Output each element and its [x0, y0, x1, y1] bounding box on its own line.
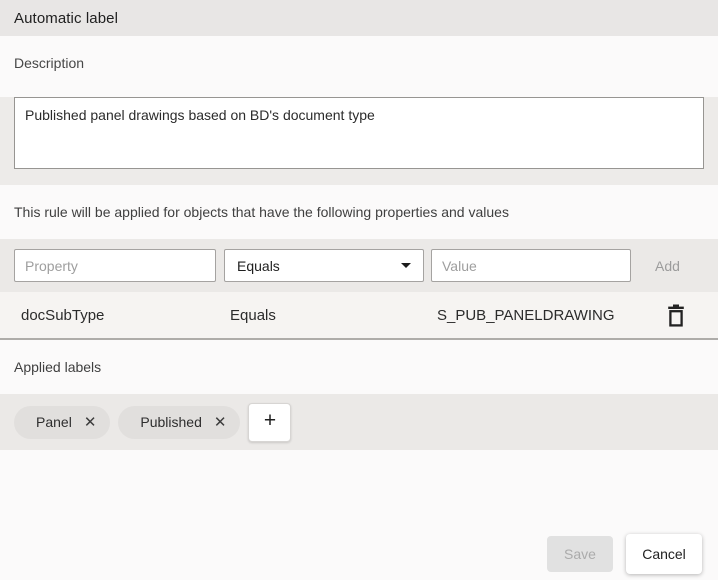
- dialog-header: Automatic label: [0, 0, 718, 36]
- condition-form-row: Equals Add: [0, 239, 718, 292]
- applied-labels-label: Applied labels: [14, 359, 101, 375]
- cancel-button[interactable]: Cancel: [626, 534, 702, 574]
- close-icon[interactable]: ✕: [214, 415, 227, 430]
- dialog-footer: Save Cancel: [0, 450, 718, 580]
- trash-icon: [667, 304, 685, 327]
- dialog-title: Automatic label: [14, 10, 118, 27]
- add-label-button[interactable]: +: [248, 403, 291, 442]
- save-button[interactable]: Save: [547, 536, 613, 572]
- rule-sentence: This rule will be applied for objects th…: [14, 204, 509, 220]
- plus-icon: +: [264, 409, 276, 433]
- delete-condition-button[interactable]: [664, 302, 688, 328]
- rule-sentence-row: This rule will be applied for objects th…: [0, 185, 718, 239]
- applied-labels-row: Applied labels: [0, 340, 718, 394]
- add-condition-button[interactable]: Add: [631, 258, 704, 274]
- condition-operator-cell: Equals: [230, 307, 437, 324]
- caret-down-icon: [401, 263, 411, 268]
- operator-selected-value: Equals: [237, 258, 280, 274]
- label-chip-published: Published ✕: [118, 406, 240, 439]
- operator-select[interactable]: Equals: [224, 249, 424, 282]
- condition-property-cell: docSubType: [0, 307, 230, 324]
- condition-value-cell: S_PUB_PANELDRAWING: [437, 307, 664, 324]
- chip-label: Panel: [36, 414, 72, 430]
- automatic-label-dialog: Automatic label Description Published pa…: [0, 0, 718, 580]
- chip-label: Published: [140, 414, 202, 430]
- value-input[interactable]: [431, 249, 631, 282]
- description-label-row: Description: [0, 36, 718, 90]
- description-label: Description: [14, 55, 84, 71]
- label-chip-panel: Panel ✕: [14, 406, 110, 439]
- close-icon[interactable]: ✕: [84, 415, 97, 430]
- condition-table-row: docSubType Equals S_PUB_PANELDRAWING: [0, 292, 718, 340]
- description-section: Published panel drawings based on BD's d…: [0, 97, 718, 185]
- description-textarea[interactable]: Published panel drawings based on BD's d…: [14, 97, 704, 169]
- property-input[interactable]: [14, 249, 216, 282]
- applied-labels-chips: Panel ✕ Published ✕ +: [0, 394, 718, 450]
